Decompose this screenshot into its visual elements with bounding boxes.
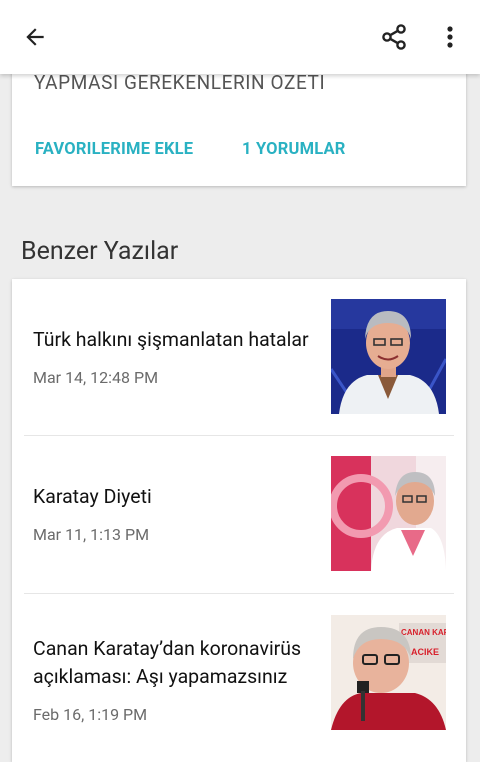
share-icon [382,24,406,50]
post-text: Canan Karatay’dan koronavirüs açıklaması… [33,615,318,743]
related-posts-card: Türk halkını şişmanlatan hatalar Mar 14,… [12,279,466,762]
back-button[interactable] [11,13,59,61]
arrow-left-icon [26,28,44,46]
post-title: Karatay Diyeti [33,485,152,508]
article-summary-text: YAPMASI GEREKENLERIN OZETI [34,71,326,94]
more-vertical-icon [447,26,453,48]
more-options-button[interactable] [426,13,474,61]
related-post-item[interactable]: Karatay Diyeti Mar 11, 1:13 PM [12,435,466,593]
related-post-item[interactable]: Canan Karatay’dan koronavirüs açıklaması… [12,593,466,762]
thumbnail-banner-line-1: CANAN KARA [401,628,446,637]
post-date: Mar 14, 12:48 PM [33,368,159,387]
thumbnail-banner-line-2: ACIKE [411,647,439,657]
related-post-item[interactable]: Türk halkını şişmanlatan hatalar Mar 14,… [12,279,466,435]
related-posts-heading: Benzer Yazılar [21,237,179,266]
post-date: Mar 11, 1:13 PM [33,525,150,544]
post-text: Karatay Diyeti Mar 11, 1:13 PM [33,456,318,571]
post-thumbnail [331,299,446,414]
share-button[interactable] [370,13,418,61]
post-text: Türk halkını şişmanlatan hatalar Mar 14,… [33,299,318,414]
post-title: Türk halkını şişmanlatan hatalar [33,328,309,351]
add-to-favorites-link[interactable]: FAVORILERIME EKLE [35,140,193,159]
comments-link[interactable]: 1 YORUMLAR [242,140,346,159]
post-date: Feb 16, 1:19 PM [33,704,148,724]
post-title: Canan Karatay’dan koronavirüs açıklaması… [33,636,302,688]
post-thumbnail: CANAN KARA ACIKE [331,615,446,730]
post-thumbnail [331,456,446,571]
top-app-bar [0,0,480,74]
